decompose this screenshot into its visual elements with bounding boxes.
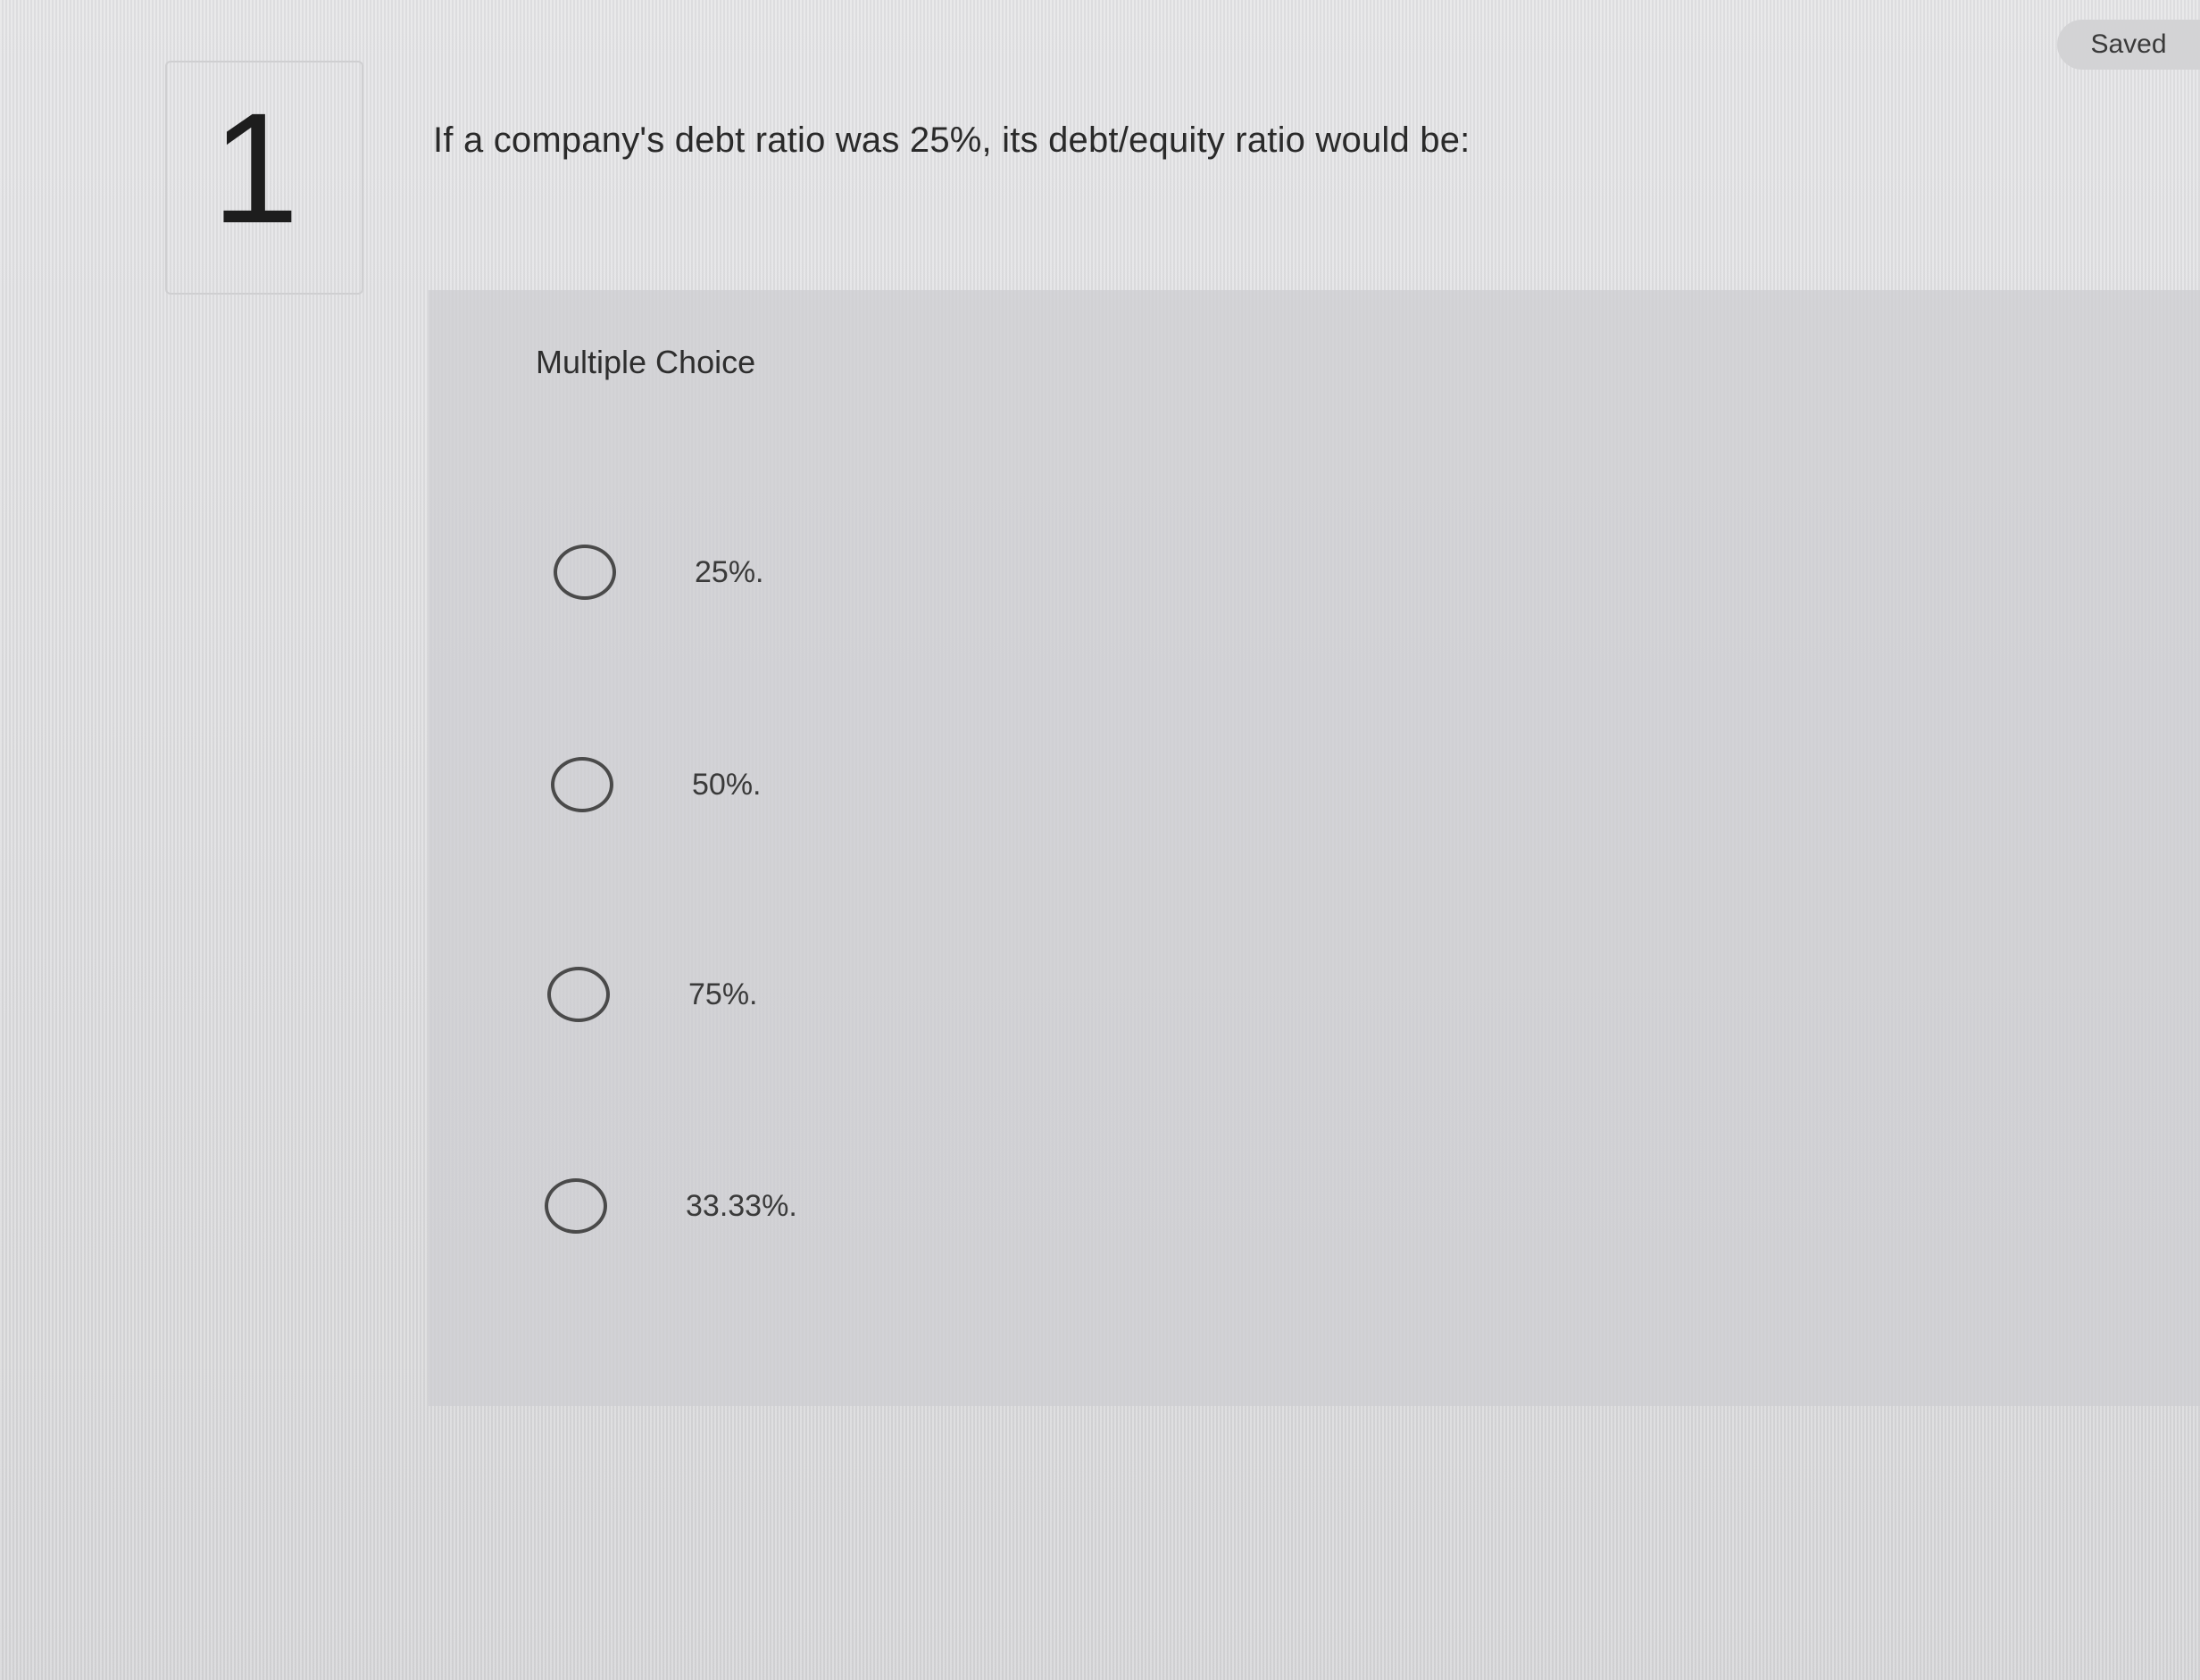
saved-status-label: Saved [2090,29,2167,59]
radio-empty-icon[interactable] [551,757,613,812]
radio-empty-icon[interactable] [545,1178,607,1234]
radio-empty-icon[interactable] [554,545,616,600]
saved-status-badge: Saved [2057,20,2200,70]
question-number: 1 [212,81,299,256]
answer-option-label: 50%. [692,767,762,802]
radio-empty-icon[interactable] [547,967,610,1022]
answer-option-1[interactable]: 25%. [554,545,764,600]
question-number-box: 1 [165,61,363,295]
question-prompt: If a company's debt ratio was 25%, its d… [433,121,1471,160]
answer-option-label: 33.33%. [686,1188,797,1223]
multiple-choice-heading: Multiple Choice [536,344,756,380]
answer-option-2[interactable]: 50%. [551,757,762,812]
answer-option-label: 25%. [695,554,764,589]
answer-option-3[interactable]: 75%. [547,967,758,1022]
answer-option-4[interactable]: 33.33%. [545,1178,797,1234]
answer-option-label: 75%. [688,977,758,1011]
answer-panel [429,290,2200,1406]
